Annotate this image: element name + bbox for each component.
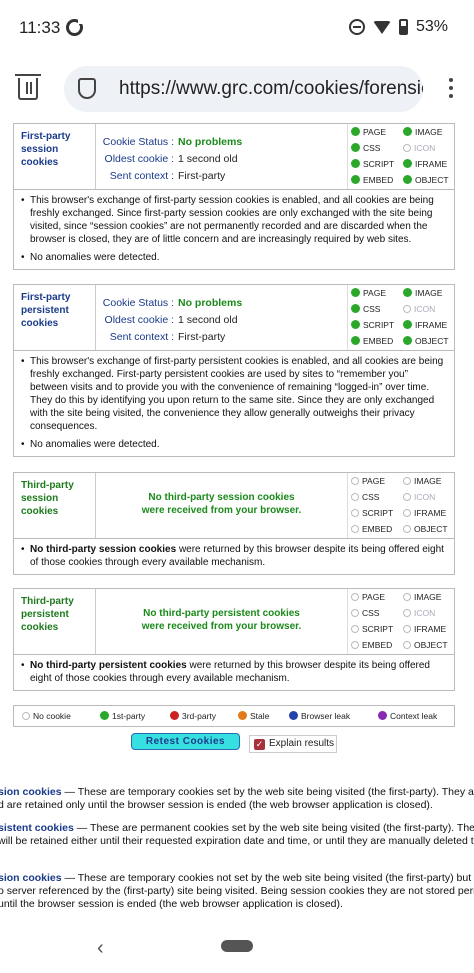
panel-body: No third-party session cookies were retu… xyxy=(14,539,454,574)
green-dot-icon xyxy=(351,320,360,329)
empty-dot-icon xyxy=(403,641,411,649)
third-party-persistent-panel: Third-party persistent cookies No third-pa… xyxy=(13,588,455,691)
cookie-status: No third-party session cookies were recei… xyxy=(96,473,348,538)
empty-dot-icon xyxy=(403,525,411,533)
mechanism-grid: PAGE IMAGE CSS ICON SCRIPT IFRAME EMBED … xyxy=(348,285,454,350)
panel-title: Third-party persistent cookies xyxy=(14,589,96,654)
explanation-paragraph: sistent cookies — These are permanent co… xyxy=(0,822,474,847)
wifi-icon xyxy=(372,20,391,34)
panel-title: First-party persistent cookies xyxy=(14,285,96,350)
empty-dot-icon xyxy=(351,625,359,633)
no-cookies-message: No third-party session cookies were recei… xyxy=(141,492,302,516)
battery-percent: 53% xyxy=(415,18,448,35)
home-pill-icon[interactable] xyxy=(221,940,253,952)
first-party-persistent-panel: First-party persistent cookies Cookie Stat… xyxy=(13,284,455,457)
green-dot-icon xyxy=(403,320,412,329)
url-text[interactable]: https://www.grc.com/cookies/forensics xyxy=(119,78,423,100)
green-dot-icon xyxy=(351,304,360,313)
clock: 11:33 xyxy=(19,18,61,37)
empty-dot-icon xyxy=(403,609,411,617)
orange-dot-icon xyxy=(238,711,247,720)
back-chevron-icon[interactable]: ‹ xyxy=(97,937,104,960)
green-dot-icon xyxy=(100,711,109,720)
cookie-status: Cookie Status : No problems Oldest cookie… xyxy=(96,285,348,350)
do-not-disturb-icon xyxy=(348,19,365,35)
panel-body: This browser's exchange of first-party p… xyxy=(14,351,454,456)
url-bar[interactable]: https://www.grc.com/cookies/forensics xyxy=(64,66,423,112)
empty-dot-icon xyxy=(351,609,359,617)
empty-dot-icon xyxy=(351,493,359,501)
empty-dot-icon xyxy=(403,144,411,152)
red-dot-icon xyxy=(170,711,179,720)
green-dot-icon xyxy=(351,143,360,152)
green-dot-icon xyxy=(351,159,360,168)
empty-dot-icon xyxy=(351,641,359,649)
empty-dot-icon xyxy=(403,625,411,633)
green-dot-icon xyxy=(351,288,360,297)
cookie-status: No third-party persistent cookies were re… xyxy=(96,589,348,654)
sync-icon xyxy=(66,18,84,36)
empty-dot-icon xyxy=(403,593,411,601)
retest-cookies-button[interactable]: Retest Cookies xyxy=(131,733,240,750)
cookie-status: Cookie Status : No problems Oldest cookie… xyxy=(96,124,348,189)
green-dot-icon xyxy=(351,175,360,184)
trash-icon[interactable] xyxy=(15,74,41,100)
panel-title: Third-party session cookies xyxy=(14,473,96,538)
empty-dot-icon xyxy=(351,525,359,533)
checkmark-icon[interactable]: ✓ xyxy=(254,739,265,750)
status-value: No problems xyxy=(178,136,243,148)
empty-dot-icon xyxy=(351,477,359,485)
blue-dot-icon xyxy=(289,711,298,720)
mechanism-grid: PAGE IMAGE CSS ICON SCRIPT IFRAME EMBED … xyxy=(348,124,454,189)
status-icons: 53% xyxy=(348,18,448,36)
green-dot-icon xyxy=(403,175,412,184)
mechanism-grid: PAGE IMAGE CSS ICON SCRIPT IFRAME EMBED … xyxy=(348,473,454,538)
green-dot-icon xyxy=(403,159,412,168)
legend: No cookie 1st-party 3rd-party Stale Brow… xyxy=(13,705,455,727)
explain-results-checkbox[interactable]: ✓ Explain results xyxy=(249,735,337,753)
third-party-session-panel: Third-party session cookies No third-party… xyxy=(13,472,455,575)
battery-icon xyxy=(398,19,408,35)
empty-dot-icon xyxy=(351,509,359,517)
green-dot-icon xyxy=(403,127,412,136)
navigation-bar: ‹ xyxy=(0,923,474,973)
green-dot-icon xyxy=(403,336,412,345)
page-content: First-party session cookies Cookie Status … xyxy=(0,122,474,923)
empty-dot-icon xyxy=(351,593,359,601)
first-party-session-panel: First-party session cookies Cookie Status … xyxy=(13,123,455,270)
overflow-menu-icon[interactable] xyxy=(449,78,453,98)
no-cookies-message: No third-party persistent cookies were re… xyxy=(141,608,302,632)
panel-body: No third-party persistent cookies were r… xyxy=(14,655,454,690)
empty-dot-icon xyxy=(403,509,411,517)
green-dot-icon xyxy=(351,336,360,345)
context-value: First-party xyxy=(178,170,226,182)
empty-dot-icon xyxy=(403,477,411,485)
status-bar: 11:33 53% xyxy=(0,0,474,54)
empty-dot-icon xyxy=(22,712,30,720)
mechanism-grid: PAGE IMAGE CSS ICON SCRIPT IFRAME EMBED … xyxy=(348,589,454,654)
empty-dot-icon xyxy=(403,493,411,501)
explanation-paragraph: sion cookies — These are temporary cooki… xyxy=(0,872,474,910)
panel-title: First-party session cookies xyxy=(14,124,96,189)
green-dot-icon xyxy=(403,288,412,297)
panel-body: This browser's exchange of first-party s… xyxy=(14,190,454,269)
purple-dot-icon xyxy=(378,711,387,720)
browser-toolbar: https://www.grc.com/cookies/forensics xyxy=(0,54,474,122)
empty-dot-icon xyxy=(403,305,411,313)
oldest-value: 1 second old xyxy=(178,153,238,165)
green-dot-icon xyxy=(351,127,360,136)
shield-icon[interactable] xyxy=(78,78,96,99)
explanation-paragraph: sion cookies — These are temporary cooki… xyxy=(0,786,474,811)
